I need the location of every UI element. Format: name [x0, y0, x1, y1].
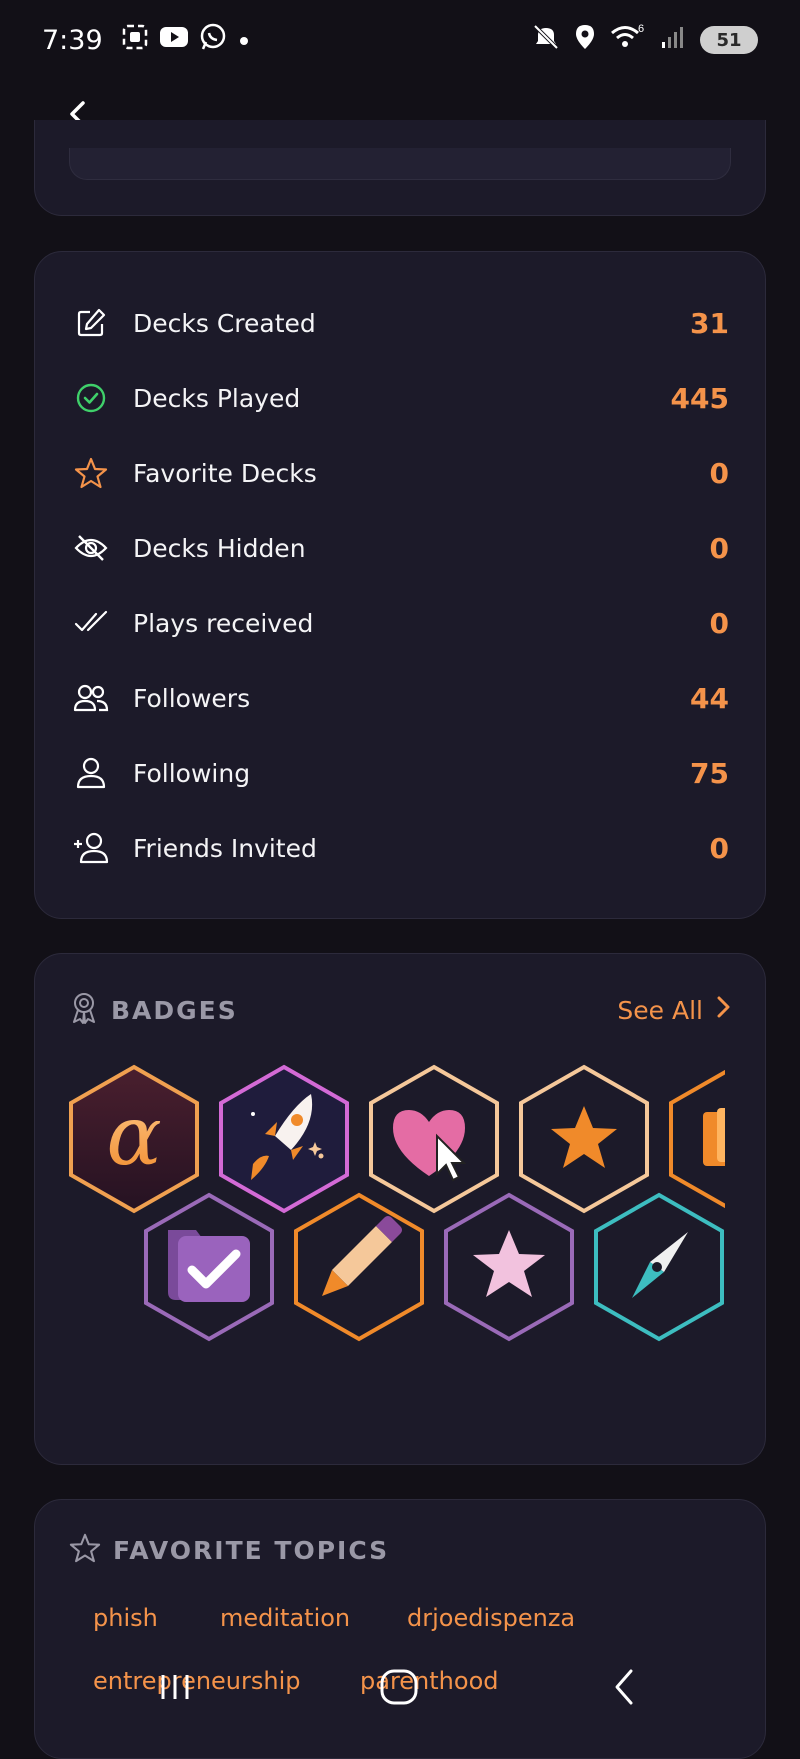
badges-grid: α: [67, 1064, 725, 1364]
mute-icon: [532, 23, 560, 58]
badges-card: BADGES See All α: [34, 953, 766, 1465]
star-outline-icon: [69, 1532, 101, 1568]
battery-icon: 51: [700, 26, 758, 54]
back-nav-icon[interactable]: [594, 1662, 654, 1712]
profile-inner-panel: [69, 148, 731, 180]
stat-value: 0: [709, 531, 729, 565]
profile-card-partial: [34, 120, 766, 216]
stat-row-plays-received[interactable]: Plays received 0: [71, 598, 729, 648]
wifi-badge: 6: [638, 23, 644, 35]
compass-badge[interactable]: [592, 1192, 725, 1342]
stat-value: 445: [670, 381, 729, 415]
stat-row-following[interactable]: Following 75: [71, 748, 729, 798]
see-all-button[interactable]: See All: [617, 995, 731, 1025]
topic-chip[interactable]: drjoedispenza: [407, 1604, 575, 1632]
stat-row-friends-invited[interactable]: Friends Invited 0: [71, 823, 729, 873]
stat-row-favorite-decks[interactable]: Favorite Decks 0: [71, 448, 729, 498]
dot-icon: [237, 25, 251, 55]
stat-label: Decks Played: [133, 383, 301, 413]
eye-off-icon: [71, 528, 111, 568]
status-bar: 7:39 6 51: [0, 0, 800, 80]
whatsapp-icon: [199, 23, 227, 58]
stat-value: 0: [709, 606, 729, 640]
stat-label: Plays received: [133, 608, 314, 638]
folder-check-badge[interactable]: [142, 1192, 276, 1342]
badges-header: BADGES See All: [69, 990, 731, 1030]
stat-row-decks-created[interactable]: Decks Created 31: [71, 298, 729, 348]
star-outline-icon: [71, 453, 111, 493]
chevron-right-icon: [715, 995, 731, 1025]
youtube-icon: [159, 25, 189, 56]
status-left: 7:39: [42, 23, 251, 58]
users-icon: [71, 678, 111, 718]
stat-label: Followers: [133, 683, 251, 713]
screen-record-icon: [121, 23, 149, 58]
badges-title: BADGES: [111, 995, 238, 1025]
signal-icon: [660, 24, 686, 57]
stats-card: Decks Created 31 Decks Played 445 Favori…: [34, 251, 766, 919]
stat-value: 75: [690, 756, 729, 790]
favorite-topics-header: FAVORITE TOPICS: [69, 1530, 731, 1570]
battery-level: 51: [716, 29, 742, 51]
topic-chip[interactable]: meditation: [220, 1604, 350, 1632]
stat-label: Favorite Decks: [133, 458, 317, 488]
stat-label: Decks Hidden: [133, 533, 306, 563]
check-circle-icon: [71, 378, 111, 418]
stat-value: 44: [690, 681, 729, 715]
recent-apps-icon[interactable]: [145, 1662, 205, 1712]
location-icon: [574, 23, 596, 58]
stat-row-decks-played[interactable]: Decks Played 445: [71, 373, 729, 423]
user-plus-icon: [71, 828, 111, 868]
user-icon: [71, 753, 111, 793]
pencil-badge[interactable]: [292, 1192, 426, 1342]
favorite-topics-title: FAVORITE TOPICS: [113, 1535, 390, 1565]
topic-chip[interactable]: phish: [93, 1604, 158, 1632]
stat-value: 0: [709, 831, 729, 865]
stat-label: Friends Invited: [133, 833, 317, 863]
stat-value: 0: [709, 456, 729, 490]
svg-text:α: α: [106, 1089, 161, 1184]
stat-row-followers[interactable]: Followers 44: [71, 673, 729, 723]
status-right: 6 51: [532, 23, 758, 58]
stat-row-decks-hidden[interactable]: Decks Hidden 0: [71, 523, 729, 573]
stat-value: 31: [690, 306, 729, 340]
home-icon[interactable]: [369, 1662, 429, 1712]
double-check-icon: [71, 603, 111, 643]
stat-label: Decks Created: [133, 308, 316, 338]
status-time: 7:39: [42, 24, 103, 56]
see-all-label: See All: [617, 995, 703, 1025]
pink-star-badge[interactable]: [442, 1192, 576, 1342]
award-icon: [69, 991, 99, 1029]
edit-icon: [71, 303, 111, 343]
wifi-icon: 6: [610, 23, 646, 58]
stat-label: Following: [133, 758, 251, 788]
system-navigation-bar: [0, 1640, 800, 1733]
